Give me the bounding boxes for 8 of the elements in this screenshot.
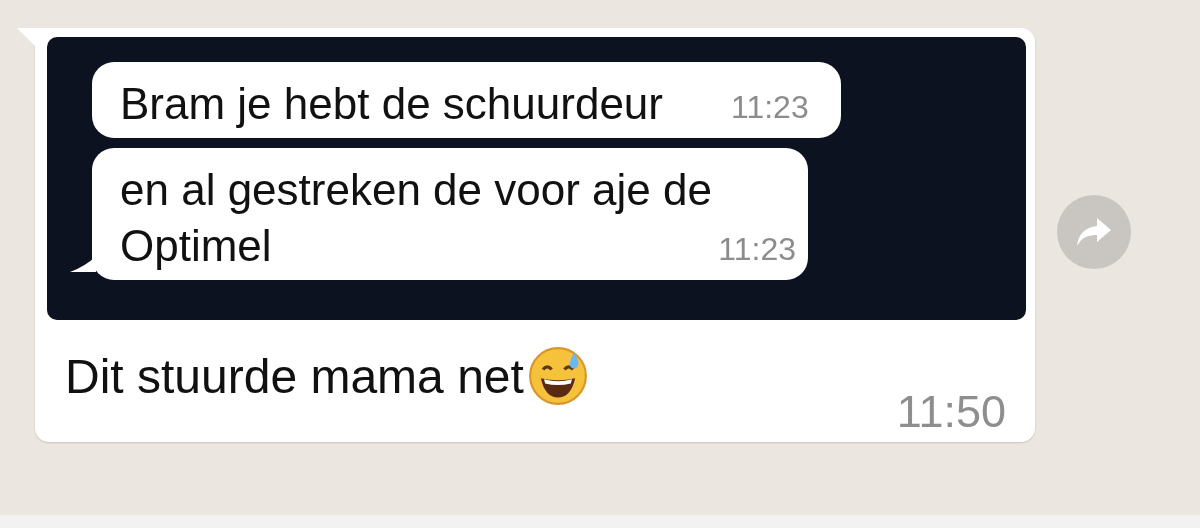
forward-arrow-icon xyxy=(1077,218,1111,246)
message-text: en al gestreken de voor aje de Optimel xyxy=(120,163,713,272)
message-time: 11:23 xyxy=(731,88,809,127)
message-text: Bram je hebt de schuurdeur xyxy=(120,78,663,130)
message-time: 11:50 xyxy=(896,386,1006,438)
caption-text: Dit stuurde mama net xyxy=(65,348,524,404)
message-time: 11:23 xyxy=(718,230,796,268)
grinning-sweat-emoji-icon xyxy=(527,346,588,406)
